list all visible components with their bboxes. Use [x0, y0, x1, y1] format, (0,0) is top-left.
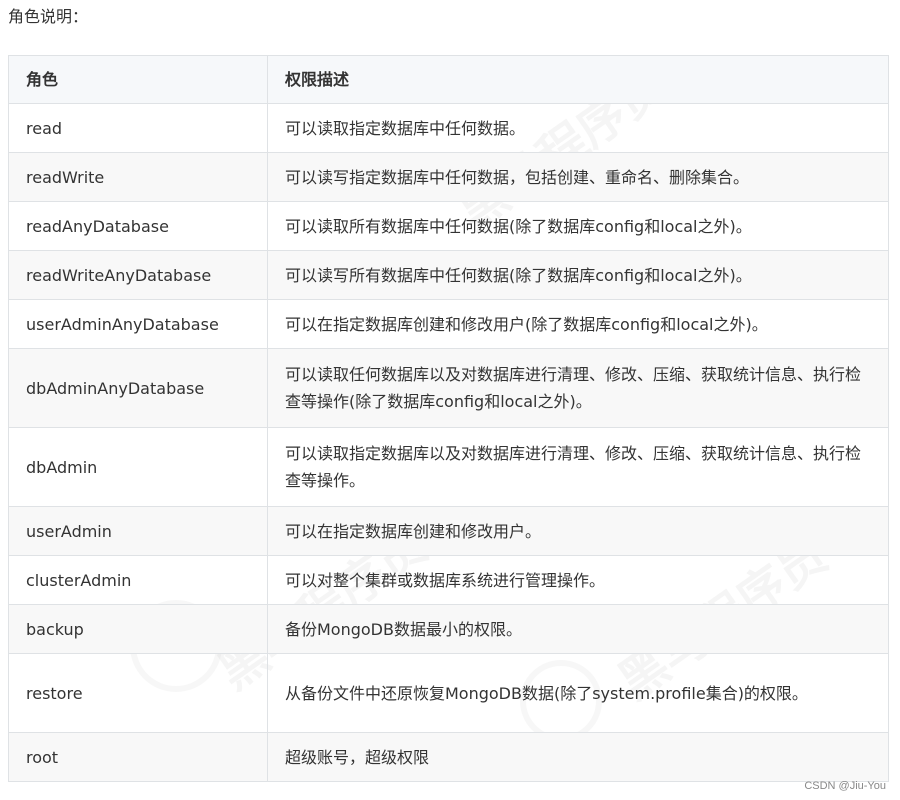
- description-cell: 可以对整个集群或数据库系统进行管理操作。: [267, 555, 889, 605]
- column-header-role: 角色: [8, 55, 268, 104]
- description-cell: 可以在指定数据库创建和修改用户(除了数据库config和local之外)。: [267, 299, 889, 349]
- role-cell: dbAdminAnyDatabase: [8, 348, 268, 428]
- source-credit: CSDN @Jiu-You: [804, 780, 886, 792]
- role-cell: readAnyDatabase: [8, 201, 268, 251]
- description-cell: 可以读取指定数据库以及对数据库进行清理、修改、压缩、获取统计信息、执行检查等操作…: [267, 427, 889, 507]
- column-header-permission: 权限描述: [267, 55, 889, 104]
- description-cell: 可以读取所有数据库中任何数据(除了数据库config和local之外)。: [267, 201, 889, 251]
- role-cell: backup: [8, 604, 268, 654]
- role-cell: userAdminAnyDatabase: [8, 299, 268, 349]
- description-cell: 可以读取任何数据库以及对数据库进行清理、修改、压缩、获取统计信息、执行检查等操作…: [267, 348, 889, 428]
- table-row: read 可以读取指定数据库中任何数据。: [8, 103, 889, 153]
- description-cell: 可以在指定数据库创建和修改用户。: [267, 506, 889, 556]
- role-cell: readWriteAnyDatabase: [8, 250, 268, 300]
- roles-table: 角色 权限描述 read 可以读取指定数据库中任何数据。 readWrite 可…: [8, 55, 889, 782]
- role-cell: clusterAdmin: [8, 555, 268, 605]
- description-cell: 超级账号，超级权限: [267, 732, 889, 782]
- description-cell: 备份MongoDB数据最小的权限。: [267, 604, 889, 654]
- role-cell: root: [8, 732, 268, 782]
- table-row: readWrite 可以读写指定数据库中任何数据，包括创建、重命名、删除集合。: [8, 152, 889, 202]
- table-row: clusterAdmin 可以对整个集群或数据库系统进行管理操作。: [8, 555, 889, 605]
- table-row: userAdmin 可以在指定数据库创建和修改用户。: [8, 506, 889, 556]
- page-heading: 角色说明：: [8, 7, 89, 26]
- description-cell: 从备份文件中还原恢复MongoDB数据(除了system.profile集合)的…: [267, 653, 889, 733]
- role-cell: read: [8, 103, 268, 153]
- table-row: dbAdmin 可以读取指定数据库以及对数据库进行清理、修改、压缩、获取统计信息…: [8, 427, 889, 507]
- description-cell: 可以读写所有数据库中任何数据(除了数据库config和local之外)。: [267, 250, 889, 300]
- table-row: root 超级账号，超级权限: [8, 732, 889, 782]
- table-row: readWriteAnyDatabase 可以读写所有数据库中任何数据(除了数据…: [8, 250, 889, 300]
- role-cell: readWrite: [8, 152, 268, 202]
- table-row: dbAdminAnyDatabase 可以读取任何数据库以及对数据库进行清理、修…: [8, 348, 889, 428]
- role-cell: userAdmin: [8, 506, 268, 556]
- description-cell: 可以读取指定数据库中任何数据。: [267, 103, 889, 153]
- role-cell: restore: [8, 653, 268, 733]
- table-header-row: 角色 权限描述: [8, 55, 889, 104]
- description-cell: 可以读写指定数据库中任何数据，包括创建、重命名、删除集合。: [267, 152, 889, 202]
- table-row: userAdminAnyDatabase 可以在指定数据库创建和修改用户(除了数…: [8, 299, 889, 349]
- table-row: backup 备份MongoDB数据最小的权限。: [8, 604, 889, 654]
- table-row: readAnyDatabase 可以读取所有数据库中任何数据(除了数据库conf…: [8, 201, 889, 251]
- table-row: restore 从备份文件中还原恢复MongoDB数据(除了system.pro…: [8, 653, 889, 733]
- role-cell: dbAdmin: [8, 427, 268, 507]
